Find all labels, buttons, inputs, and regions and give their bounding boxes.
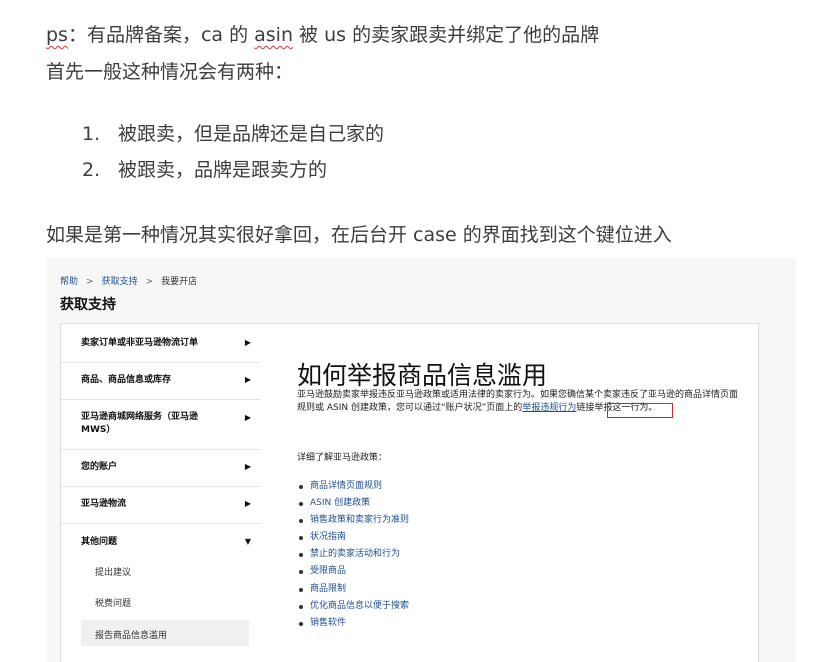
bullet-icon xyxy=(299,519,303,524)
bullet-icon xyxy=(299,604,303,609)
page-title: 获取支持 xyxy=(60,297,116,313)
chevron-down-icon: ▼ xyxy=(244,537,251,546)
breadcrumb-get-support[interactable]: 获取支持 xyxy=(102,277,138,287)
learn-more-label: 详细了解亚马逊政策： xyxy=(297,453,388,463)
policy-link-label: 商品限制 xyxy=(310,583,347,594)
list-item: 1. 被跟卖，但是品牌还是自己家的 xyxy=(82,121,384,147)
ps-asin: asin xyxy=(254,24,294,46)
policy-link-label: 销售软件 xyxy=(310,617,347,628)
list-text: 被跟卖，但是品牌还是自己家的 xyxy=(118,123,385,145)
article-instruction-line: 如果是第一种情况其实很好拿回，在后台开 case 的界面找到这个键位进入 xyxy=(46,224,672,246)
policy-link[interactable]: 状况指南 xyxy=(297,529,409,546)
bullet-icon xyxy=(299,536,303,541)
policy-link[interactable]: 销售政策和卖家行为准则 xyxy=(297,512,409,529)
nav-item-label: 其他问题 xyxy=(81,537,118,547)
list-item: 2. 被跟卖，品牌是跟卖方的 xyxy=(82,157,327,183)
policy-list: 商品详情页面规则 ASIN 创建政策 销售政策和卖家行为准则 状况指南 禁止的卖… xyxy=(297,478,409,632)
breadcrumb: 帮助 > 获取支持 > 我要开店 xyxy=(60,274,197,287)
chevron-right-icon: ▶ xyxy=(244,338,251,347)
chevron-right-icon: ▶ xyxy=(244,462,251,471)
bullet-icon xyxy=(299,553,303,558)
bullet-icon xyxy=(299,570,303,575)
breadcrumb-help[interactable]: 帮助 xyxy=(60,277,78,287)
breadcrumb-current: 我要开店 xyxy=(161,277,198,287)
bullet-icon xyxy=(299,587,303,592)
nav-item-label: 您的账户 xyxy=(81,462,118,472)
policy-link[interactable]: 禁止的卖家活动和行为 xyxy=(297,546,409,563)
subnav-suggestion[interactable]: 提出建议 xyxy=(95,565,131,578)
help-article: 如何举报商品信息滥用 亚马逊鼓励卖家举报违反亚马逊政策或适用法律的卖家行为。如果… xyxy=(260,323,759,662)
embedded-screenshot: 帮助 > 获取支持 > 我要开店 获取支持 卖家订单或非亚马逊物流订单 ▶ 商品、商品信… xyxy=(46,258,796,662)
policy-link[interactable]: 销售软件 xyxy=(297,615,409,632)
support-sidebar: 卖家订单或非亚马逊物流订单 ▶ 商品、商品信息或库存 ▶ 亚马逊商城网络服务（亚… xyxy=(60,323,262,662)
policy-link-label: 状况指南 xyxy=(310,532,347,543)
policy-link[interactable]: 受限商品 xyxy=(297,563,409,580)
nav-item-listings-inventory[interactable]: 商品、商品信息或库存 ▶ xyxy=(61,362,261,400)
subnav-report-listing-abuse[interactable]: 报告商品信息滥用 xyxy=(95,628,167,641)
chevron-right-icon: ▶ xyxy=(244,499,251,508)
policy-link-label: ASIN 创建政策 xyxy=(310,498,371,509)
article-ps-line: ps：有品牌备案，ca 的 asin 被 us 的卖家跟卖并绑定了他的品牌 xyxy=(46,22,599,48)
article-heading: 如何举报商品信息滥用 xyxy=(297,361,548,390)
nav-item-seller-orders[interactable]: 卖家订单或非亚马逊物流订单 ▶ xyxy=(61,324,261,363)
subnav-tax-issues[interactable]: 税费问题 xyxy=(95,596,131,609)
policy-link[interactable]: 商品限制 xyxy=(297,581,409,598)
policy-link[interactable]: 商品详情页面规则 xyxy=(297,478,409,495)
nav-item-label: 亚马逊商城网络服务（亚马逊 MWS） xyxy=(81,412,199,435)
highlight-annotation-box xyxy=(607,403,673,418)
breadcrumb-separator: > xyxy=(145,277,154,287)
list-number: 1. xyxy=(82,123,101,145)
ps-text: ：有品牌备案，ca 的 xyxy=(67,24,255,46)
policy-link-label: 销售政策和卖家行为准则 xyxy=(310,515,410,526)
list-number: 2. xyxy=(82,159,101,181)
policy-link[interactable]: 优化商品信息以便于搜索 xyxy=(297,598,409,615)
policy-link-label: 受限商品 xyxy=(310,566,347,577)
chevron-right-icon: ▶ xyxy=(244,375,251,384)
ps-prefix: ps xyxy=(46,24,68,46)
breadcrumb-separator: > xyxy=(86,277,94,287)
nav-item-fba[interactable]: 亚马逊物流 ▶ xyxy=(61,486,261,524)
policy-link[interactable]: ASIN 创建政策 xyxy=(297,495,409,512)
article-intro-line: 首先一般这种情况会有两种： xyxy=(46,61,294,83)
report-violation-link[interactable]: 举报违规行为 xyxy=(522,403,576,413)
nav-item-your-account[interactable]: 您的账户 ▶ xyxy=(61,449,261,487)
bullet-icon xyxy=(299,485,303,489)
nav-item-other-issues[interactable]: 其他问题 ▼ 提出建议 税费问题 报告商品信息滥用 xyxy=(61,523,261,662)
chevron-right-icon: ▶ xyxy=(244,413,251,422)
ps-text-2: 被 us 的卖家跟卖并绑定了他的品牌 xyxy=(293,24,600,46)
bullet-icon xyxy=(299,502,303,507)
policy-link-label: 商品详情页面规则 xyxy=(310,481,383,491)
policy-link-label: 优化商品信息以便于搜索 xyxy=(310,600,410,611)
nav-item-label: 商品、商品信息或库存 xyxy=(81,375,172,385)
policy-link-label: 禁止的卖家活动和行为 xyxy=(310,549,401,560)
nav-item-label: 亚马逊物流 xyxy=(81,499,127,509)
bullet-icon xyxy=(299,621,303,626)
list-text: 被跟卖，品牌是跟卖方的 xyxy=(118,159,328,181)
nav-item-mws[interactable]: 亚马逊商城网络服务（亚马逊 MWS） ▶ xyxy=(61,399,261,450)
nav-item-label: 卖家订单或非亚马逊物流订单 xyxy=(81,338,199,348)
